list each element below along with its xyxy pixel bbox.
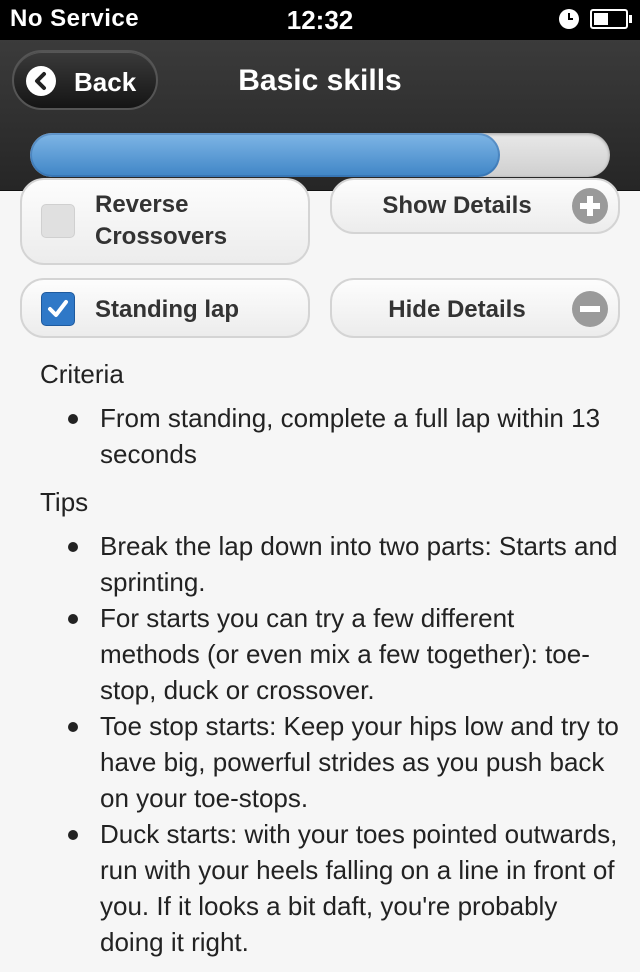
- skill-toggle-standing-lap[interactable]: Standing lap: [20, 278, 310, 338]
- tips-heading: Tips: [40, 487, 89, 517]
- bullet-icon: [68, 614, 78, 624]
- details-button-label: Show Details: [382, 192, 532, 219]
- minus-icon: [572, 291, 608, 327]
- list-item: Toe stop starts: Keep your hips low and …: [40, 708, 620, 816]
- checkbox-unchecked-icon[interactable]: [41, 204, 75, 238]
- criteria-list: From standing, complete a full lap withi…: [40, 400, 620, 472]
- skill-label: Reverse Crossovers: [95, 191, 228, 250]
- skill-label: Standing lap: [95, 296, 239, 323]
- bullet-icon: [68, 830, 78, 840]
- list-item: Break the lap down into two parts: Start…: [40, 528, 620, 600]
- tip-text: Toe stop starts: Keep your hips low and …: [100, 711, 619, 813]
- battery-charging-icon: [590, 9, 632, 29]
- plus-icon: [572, 188, 608, 224]
- hide-details-button[interactable]: Hide Details: [330, 278, 620, 338]
- progress-bar-fill: [30, 133, 500, 177]
- alarm-clock-icon: [559, 9, 579, 29]
- status-bar: No Service 12:32: [0, 0, 640, 40]
- details-button-label: Hide Details: [388, 296, 526, 323]
- tip-text: Duck starts: with your toes pointed outw…: [100, 819, 618, 957]
- tip-text: For starts you can try a few different m…: [100, 603, 590, 705]
- list-item: From standing, complete a full lap withi…: [40, 400, 620, 472]
- progress-bar: [30, 133, 610, 177]
- page-title: Basic skills: [238, 64, 402, 97]
- tips-list: Break the lap down into two parts: Start…: [40, 528, 620, 960]
- list-item: Duck starts: with your toes pointed outw…: [40, 816, 620, 960]
- bullet-icon: [68, 722, 78, 732]
- criteria-text: From standing, complete a full lap withi…: [100, 403, 601, 469]
- show-details-button[interactable]: Show Details: [330, 178, 620, 234]
- nav-header: Back Basic skills: [0, 40, 640, 191]
- list-item: For starts you can try a few different m…: [40, 600, 620, 708]
- skill-details: Criteria From standing, complete a full …: [40, 356, 620, 972]
- skill-toggle-reverse-crossovers[interactable]: Reverse Crossovers: [20, 178, 310, 265]
- criteria-heading: Criteria: [40, 359, 124, 389]
- bullet-icon: [68, 414, 78, 424]
- clock-time: 12:32: [286, 5, 354, 35]
- checkbox-checked-icon[interactable]: [41, 292, 75, 326]
- tip-text: Break the lap down into two parts: Start…: [100, 531, 618, 597]
- bullet-icon: [68, 542, 78, 552]
